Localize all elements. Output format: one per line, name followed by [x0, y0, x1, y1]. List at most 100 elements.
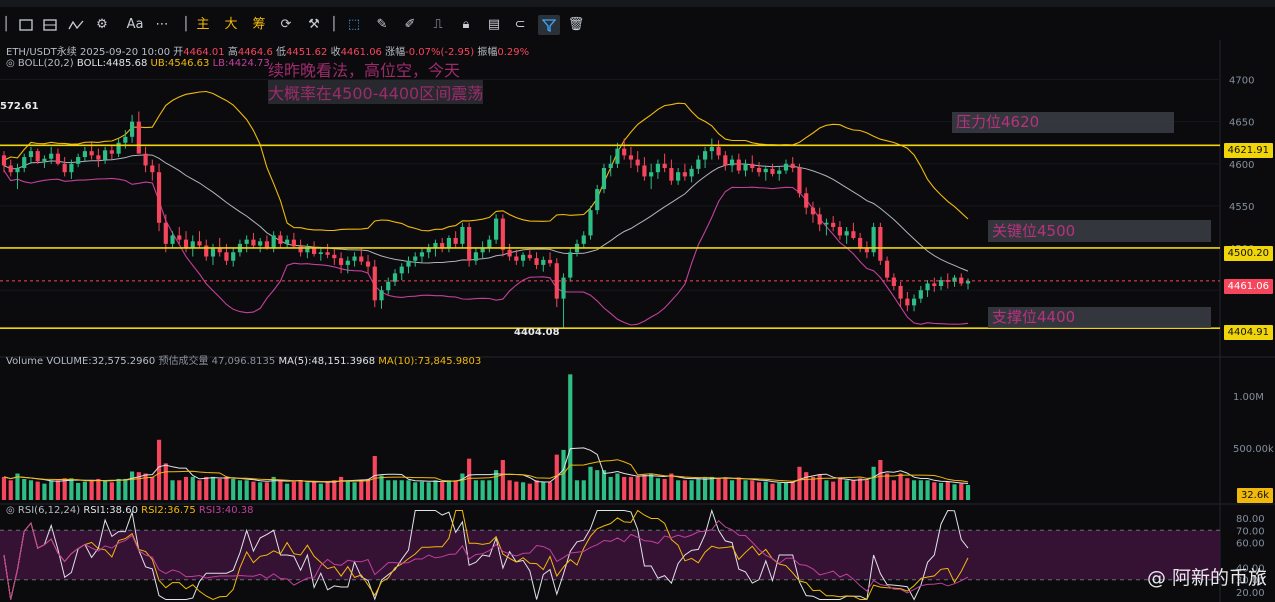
key-level-annotation[interactable]: 关键位4500: [988, 220, 1211, 242]
volume-estimate: 预估成交量 47,096.8135: [158, 356, 276, 367]
refresh-icon[interactable]: ⟳: [276, 15, 296, 35]
volume-bar: [96, 478, 101, 500]
rsi-tick-label: 70.00: [1236, 526, 1265, 537]
candle-body: [446, 237, 452, 249]
candle-body: [689, 168, 694, 177]
volume-bar: [676, 480, 681, 500]
volume-bar: [129, 471, 135, 500]
draw-line-icon[interactable]: ⬚: [344, 15, 364, 35]
volume-bar: [723, 478, 728, 500]
candle-body: [136, 121, 141, 154]
more-icon[interactable]: ⋯: [152, 15, 172, 35]
volume-bars: [1, 374, 971, 500]
candle-body: [494, 218, 499, 240]
magnet-icon[interactable]: ⊂: [510, 15, 530, 35]
rsi-legend: ◎ RSI(6,12,24) RSI1:38.60 RSI2:36.75 RSI…: [6, 505, 254, 516]
volume-bar: [918, 480, 923, 500]
rectangle-icon[interactable]: [16, 15, 36, 35]
measure-icon[interactable]: ⎍: [428, 15, 448, 35]
volume-bar: [365, 478, 371, 500]
candle-body: [156, 172, 162, 223]
ohlc-legend: ETH/USDT永续 2025-09-20 10:00 开4464.01 高44…: [6, 43, 529, 58]
resistance-annotation[interactable]: 压力位4620: [952, 112, 1174, 133]
volume-bar: [891, 480, 896, 500]
brush-icon[interactable]: ✐: [400, 15, 420, 35]
candle-body: [649, 172, 654, 177]
volume-bar: [938, 482, 944, 500]
volume-bar: [76, 482, 81, 500]
volume-bar: [743, 480, 748, 500]
candle-body: [588, 210, 593, 236]
candle-body: [291, 239, 296, 247]
eye-icon[interactable]: ◎: [6, 505, 15, 516]
volume-bar: [500, 460, 505, 500]
volume-bar: [797, 466, 802, 500]
volume-bar: [837, 478, 843, 500]
candle-body: [676, 172, 681, 181]
candle-body: [628, 155, 634, 160]
volume-bar: [217, 478, 222, 500]
candle-body: [116, 142, 121, 154]
open-value: 4464.01: [183, 47, 225, 58]
candle-body: [197, 241, 202, 246]
candle-body: [453, 237, 458, 244]
volume-value: VOLUME:32,575.2960: [46, 356, 156, 367]
note-icon[interactable]: ▤: [484, 15, 504, 35]
volume-bar: [278, 480, 283, 500]
candle-body: [743, 163, 748, 171]
candle-body: [1, 155, 7, 166]
candles: [1, 111, 971, 329]
volume-bar: [177, 480, 182, 500]
volume-bar: [413, 482, 418, 500]
volume-bar: [871, 466, 876, 500]
volume-bar: [878, 460, 883, 500]
settings-icon[interactable]: ⚙: [92, 15, 112, 35]
compare-icon[interactable]: [66, 15, 86, 35]
eye-icon[interactable]: ◎: [6, 58, 15, 69]
candle-body: [615, 148, 620, 164]
volume-bar: [318, 483, 323, 500]
volume-bar: [305, 482, 310, 500]
candle-body: [601, 168, 607, 190]
toolbar-edge-icon[interactable]: │: [0, 15, 12, 35]
pencil-icon[interactable]: ✎: [372, 15, 392, 35]
candle-body: [62, 163, 67, 173]
candle-body: [750, 163, 755, 168]
candle-body: [669, 168, 674, 181]
candle-body: [520, 254, 526, 261]
volume-bar: [446, 480, 452, 500]
candle-body: [831, 222, 836, 227]
candle-body: [109, 150, 114, 154]
candle-body: [595, 189, 600, 211]
candle-body: [28, 151, 34, 158]
price-tick-label: 4650: [1229, 118, 1254, 129]
filter-icon[interactable]: [538, 15, 560, 35]
candle-body: [82, 151, 87, 158]
tool-icon[interactable]: ⚒: [304, 15, 324, 35]
indicator-grid-icon[interactable]: [40, 15, 60, 35]
toolbar-large-button[interactable]: 大: [221, 15, 241, 35]
support-annotation[interactable]: 支撑位4400: [988, 307, 1211, 328]
volume-bar: [312, 481, 317, 500]
candle-body: [622, 148, 627, 156]
rsi3-value: RSI3:40.38: [198, 505, 254, 516]
font-size-icon[interactable]: Aa: [124, 15, 146, 35]
toolbar-chips-button[interactable]: 筹: [249, 15, 269, 35]
trash-icon[interactable]: 🗑︎: [566, 15, 586, 35]
volume-bar: [696, 478, 701, 500]
candle-body: [150, 165, 155, 173]
top-menu-strip: [0, 0, 1275, 7]
volume-bar: [433, 480, 438, 500]
candle-body: [55, 153, 61, 164]
candle-body: [662, 163, 667, 168]
candle-body: [399, 266, 404, 274]
candle-body: [541, 259, 546, 265]
candle-body: [891, 277, 896, 286]
volume-bar: [480, 480, 485, 500]
toolbar-main-chart-button[interactable]: 主: [193, 15, 213, 35]
candle-body: [217, 248, 222, 253]
lock-icon[interactable]: 🔒︎: [456, 15, 476, 35]
volume-bar: [790, 481, 795, 500]
amp-label: 振幅: [477, 47, 498, 58]
rsi-tick-label: 60.00: [1236, 539, 1265, 550]
